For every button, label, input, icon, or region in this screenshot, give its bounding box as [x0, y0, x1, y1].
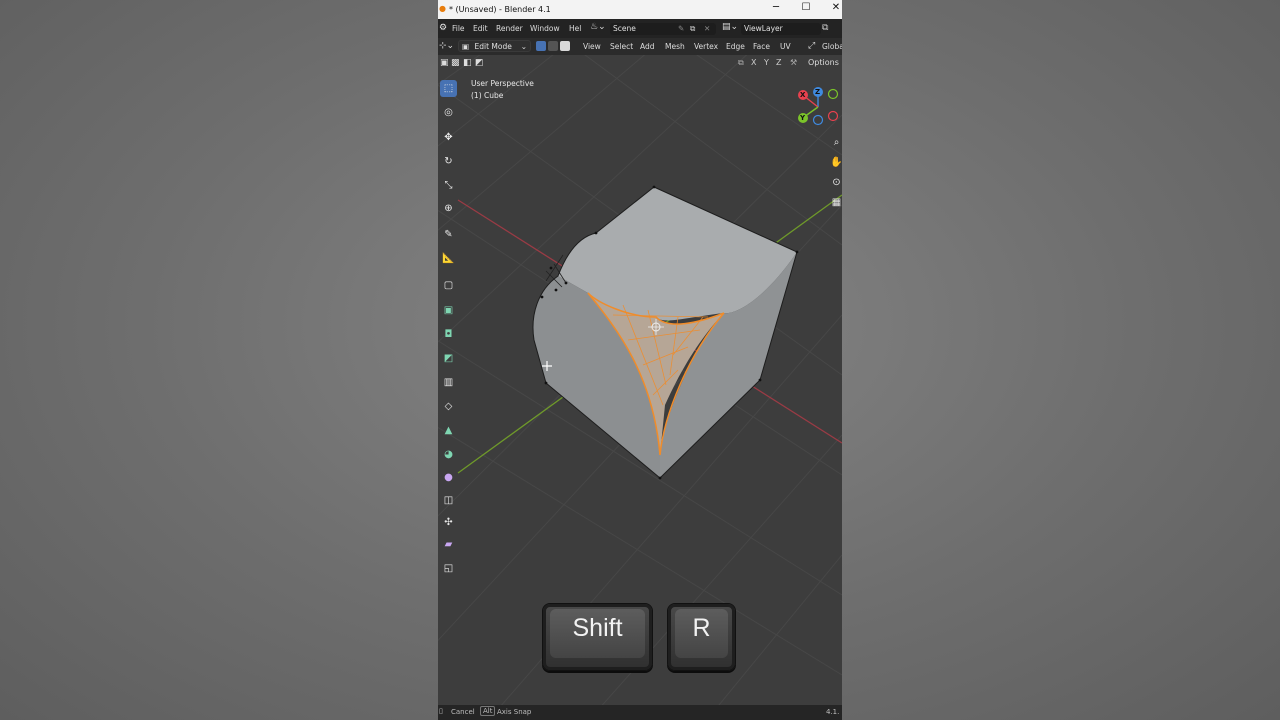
gizmo-x-label: X [800, 91, 806, 99]
shift-key-overlay: Shift [542, 603, 653, 671]
zoom-icon[interactable]: ⌕ [830, 136, 842, 149]
face-select-button[interactable] [560, 41, 570, 51]
extrude-tool[interactable]: ▣ [440, 302, 457, 319]
mode-label: Edit Mode [474, 42, 512, 51]
add-cube-tool[interactable]: ▢ [440, 277, 457, 294]
symmetry-icon[interactable]: ⧉ [738, 58, 744, 68]
poly-build-tool[interactable]: ▲ [440, 422, 457, 439]
blender-window: ● * (Unsaved) - Blender 4.1 ─ ☐ ✕ ⚙ File… [438, 0, 842, 720]
scale-tool[interactable]: ⤡ [440, 177, 457, 194]
editor-type-icon[interactable]: ⊹⌄ [439, 41, 454, 51]
version-label: 4.1. [826, 708, 840, 716]
grid-view-icon[interactable]: ▦ [830, 196, 842, 209]
r-key-overlay: R [667, 603, 736, 671]
window-title: * (Unsaved) - Blender 4.1 [449, 5, 551, 14]
mirror-y-toggle[interactable]: Y [764, 58, 769, 67]
alt-key-badge: Alt [480, 706, 496, 716]
select-new-icon[interactable]: ▣ [440, 58, 449, 68]
smooth-tool[interactable]: ● [440, 469, 457, 486]
r-key-label: R [692, 614, 711, 642]
close-button[interactable]: ✕ [829, 2, 842, 13]
menu-edit[interactable]: Edit [473, 19, 488, 38]
select-box-tool[interactable]: ⬚ [440, 80, 457, 97]
pin-icon[interactable]: ✎ [678, 23, 684, 35]
knife-tool[interactable]: ◇ [440, 398, 457, 415]
maximize-button[interactable]: ☐ [799, 2, 813, 13]
chevron-down-icon: ⌄ [520, 42, 527, 51]
bevel-tool[interactable]: ◩ [440, 350, 457, 367]
measure-tool[interactable]: 📐 [440, 250, 457, 267]
menu-help[interactable]: Help [569, 19, 582, 38]
rip-region-tool[interactable]: ◱ [440, 560, 457, 577]
cursor-tool[interactable]: ◎ [440, 104, 457, 121]
mode-selector[interactable]: ▣ Edit Mode ⌄ [458, 40, 531, 52]
transform-orientation-icon[interactable]: ⤢ [808, 41, 815, 51]
viewport-header: ⊹⌄ ▣ Edit Mode ⌄ View Select Add Mesh Ve… [438, 38, 842, 55]
edge-select-button[interactable] [548, 41, 558, 51]
menu-render[interactable]: Render [496, 19, 523, 38]
menu-window[interactable]: Window [530, 19, 560, 38]
status-bar: ▯ Cancel Alt Axis Snap 4.1. [438, 705, 842, 720]
move-tool[interactable]: ✥ [440, 129, 457, 146]
menu-mesh[interactable]: Mesh [665, 42, 685, 51]
transform-tool[interactable]: ⊕ [440, 200, 457, 217]
menu-add[interactable]: Add [640, 42, 655, 51]
status-axis-snap: Axis Snap [497, 708, 532, 716]
tool-options-bar: ▣ ▩ ◧ ◩ ⧉ X Y Z ⚒ Options [438, 55, 842, 71]
scene-name: Scene [613, 24, 636, 33]
vertex-select-button[interactable] [536, 41, 546, 51]
rotate-tool[interactable]: ↻ [440, 153, 457, 170]
select-extend-icon[interactable]: ▩ [451, 58, 460, 68]
menu-view[interactable]: View [583, 42, 601, 51]
menu-face[interactable]: Face [753, 42, 770, 51]
mouse-left-icon: ▯ [439, 707, 443, 715]
annotate-tool[interactable]: ✎ [440, 226, 457, 243]
top-menu-bar: ⚙ File Edit Render Window Help ♨⌄ Scene … [438, 19, 842, 38]
loop-cut-tool[interactable]: ▥ [440, 374, 457, 391]
mirror-z-toggle[interactable]: Z [776, 58, 781, 67]
object-label: (1) Cube [471, 91, 504, 100]
mirror-x-toggle[interactable]: X [751, 58, 756, 67]
minimize-button[interactable]: ─ [769, 2, 783, 13]
perspective-label: User Perspective [471, 79, 534, 88]
gizmo-z-label: Z [815, 88, 821, 96]
viewlayer-icon[interactable]: ▤⌄ [722, 22, 738, 32]
blender-menu-icon[interactable]: ⚙ [439, 23, 447, 33]
edit-mode-icon: ▣ [462, 42, 470, 51]
shift-key-label: Shift [572, 614, 623, 642]
shear-tool[interactable]: ▰ [440, 536, 457, 553]
spin-tool[interactable]: ◕ [440, 446, 457, 463]
gizmo-y-label: Y [800, 114, 806, 122]
camera-icon[interactable]: ⊙ [830, 176, 842, 189]
shrink-fatten-tool[interactable]: ✣ [440, 514, 457, 531]
new-viewlayer-icon[interactable]: ⧉ [822, 23, 828, 33]
transform-orientation-selector[interactable]: Global [822, 42, 842, 51]
title-bar: ● * (Unsaved) - Blender 4.1 ─ ☐ ✕ [438, 0, 842, 19]
menu-file[interactable]: File [452, 19, 465, 38]
select-subtract-icon[interactable]: ◧ [463, 58, 472, 68]
scene-selector[interactable]: Scene ✎ ⧉ ✕ [610, 23, 716, 35]
wrench-icon[interactable]: ⚒ [790, 58, 797, 67]
status-cancel: Cancel [451, 708, 475, 716]
menu-edge[interactable]: Edge [726, 42, 745, 51]
pan-hand-icon[interactable]: ✋ [830, 156, 842, 169]
scene-icon[interactable]: ♨⌄ [590, 22, 606, 32]
menu-uv[interactable]: UV [780, 42, 791, 51]
viewlayer-selector[interactable]: ViewLayer [741, 23, 821, 35]
viewlayer-name: ViewLayer [744, 24, 783, 33]
menu-vertex[interactable]: Vertex [694, 42, 718, 51]
delete-scene-icon[interactable]: ✕ [704, 23, 710, 35]
menu-select[interactable]: Select [610, 42, 633, 51]
inset-tool[interactable]: ◘ [440, 326, 457, 343]
blender-logo-icon: ● [439, 4, 446, 13]
edge-slide-tool[interactable]: ◫ [440, 492, 457, 509]
select-intersect-icon[interactable]: ◩ [475, 58, 484, 68]
options-dropdown[interactable]: Options [808, 58, 839, 67]
new-scene-icon[interactable]: ⧉ [690, 23, 695, 35]
